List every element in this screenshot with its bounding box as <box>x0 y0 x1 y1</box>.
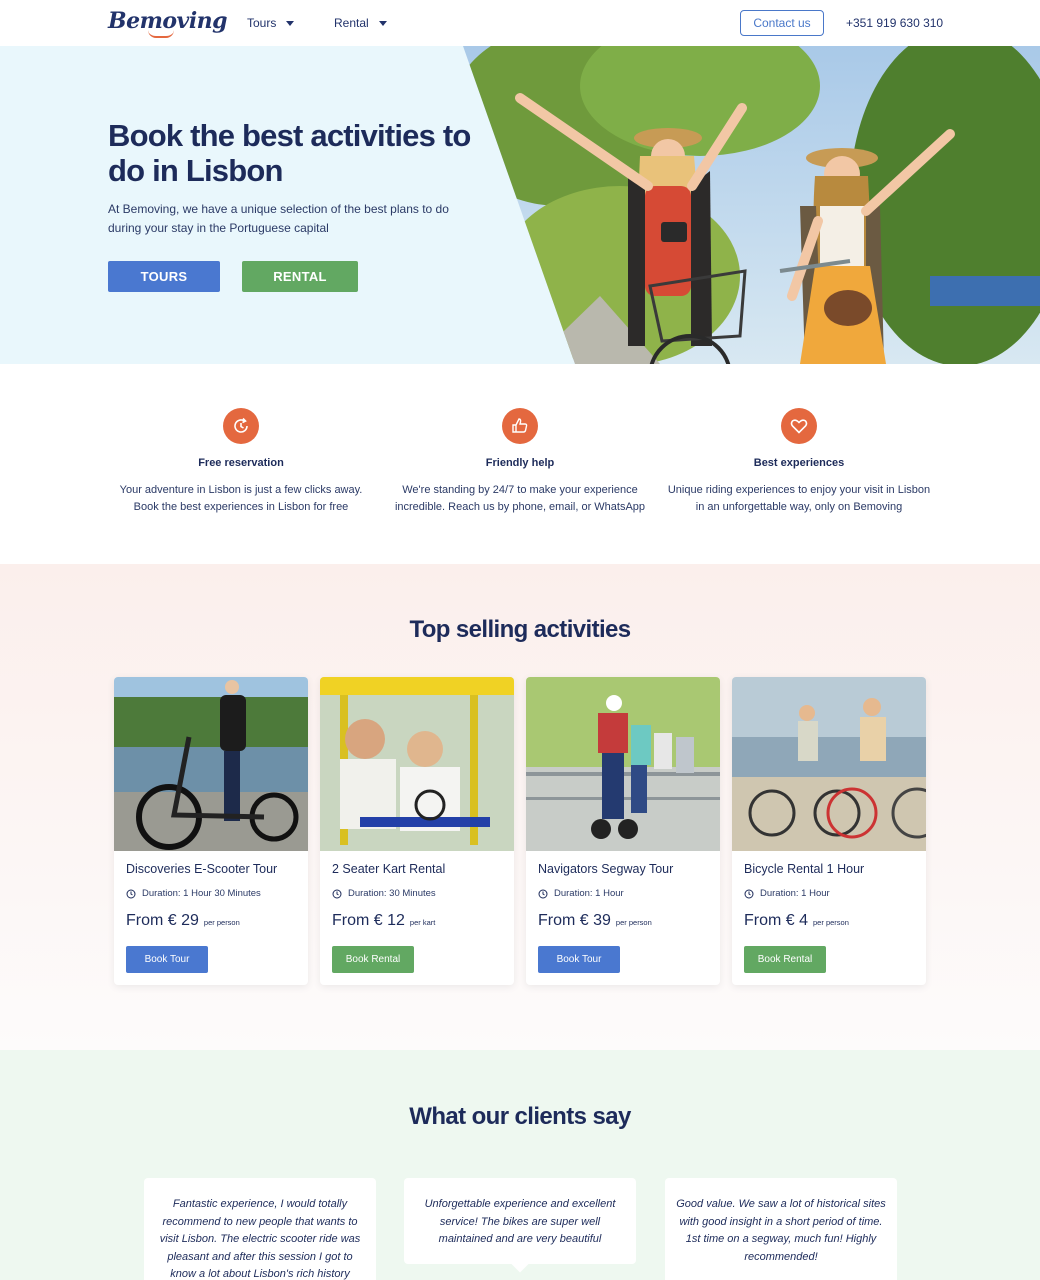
testimonials-section: What our clients say Fantastic experienc… <box>0 1050 1040 1280</box>
activity-price: From € 29 per person <box>126 912 240 930</box>
activity-card-escooter[interactable]: Discoveries E-Scooter Tour Duration: 1 H… <box>114 677 308 985</box>
feature-text: We're standing by 24/7 to make your expe… <box>394 484 646 513</box>
activity-title: 2 Seater Kart Rental <box>332 862 446 876</box>
activity-duration: Duration: 1 Hour 30 Minutes <box>126 888 261 899</box>
activity-price-unit: per kart <box>409 918 436 927</box>
hero-subtitle: At Bemoving, we have a unique selection … <box>108 202 449 235</box>
activity-card-bicycle[interactable]: Bicycle Rental 1 Hour Duration: 1 Hour F… <box>732 677 926 985</box>
nav-menu-rental[interactable]: Rental <box>334 16 387 30</box>
chevron-down-icon <box>286 20 295 26</box>
contact-us-button[interactable]: Contact us <box>740 10 824 36</box>
activity-title: Bicycle Rental 1 Hour <box>744 862 865 876</box>
hero-section: Book the best activities to do in Lisbon… <box>0 46 1040 364</box>
activity-photo-escooter <box>114 677 308 851</box>
activity-price-value: From € 12 <box>332 912 405 929</box>
book-rental-button[interactable]: Book Rental <box>744 946 826 973</box>
activity-title: Discoveries E-Scooter Tour <box>126 862 278 876</box>
book-rental-button[interactable]: Book Rental <box>332 946 414 973</box>
activity-photo-bicycle <box>732 677 926 851</box>
nav-menu-tours[interactable]: Tours <box>247 16 295 30</box>
activity-title: Navigators Segway Tour <box>538 862 674 876</box>
testimonial-text: Good value. We saw a lot of historical s… <box>676 1198 886 1263</box>
activity-price-unit: per person <box>813 918 849 927</box>
clock-icon <box>126 889 136 898</box>
testimonial-text: Unforgettable experience and excellent s… <box>424 1198 616 1245</box>
activity-price: From € 39 per person <box>538 912 652 930</box>
thumbs-up-icon <box>502 408 538 444</box>
top-selling-section: Top selling activities Discoveries E-Sco… <box>0 564 1040 1050</box>
nav-menu-tours-label: Tours <box>247 16 277 30</box>
phone-link[interactable]: +351 919 630 310 <box>846 16 943 30</box>
activity-photo-segway <box>526 677 720 851</box>
clock-icon <box>332 889 342 898</box>
activity-photo-kart <box>320 677 514 851</box>
feature-friendly-help: Friendly help We're standing by 24/7 to … <box>385 408 655 516</box>
feature-text: Unique riding experiences to enjoy your … <box>667 484 931 513</box>
activity-duration: Duration: 1 Hour <box>538 888 624 899</box>
testimonials-title: What our clients say <box>409 1103 631 1130</box>
feature-title: Friendly help <box>485 457 555 469</box>
testimonial-card: Good value. We saw a lot of historical s… <box>665 1178 897 1280</box>
features-section: Free reservation Your adventure in Lisbo… <box>0 364 1040 564</box>
activity-price-unit: per person <box>615 918 652 927</box>
activity-price-value: From € 29 <box>126 912 199 929</box>
feature-title: Free reservation <box>198 457 284 469</box>
chevron-down-icon <box>378 20 387 26</box>
heart-icon <box>781 408 817 444</box>
activity-price-unit: per person <box>203 918 240 927</box>
tours-button[interactable]: TOURS <box>108 261 220 292</box>
top-navigation: Bemoving Tours Rental Contact us +351 91… <box>0 0 1040 46</box>
activity-duration-text: Duration: 30 Minutes <box>348 888 436 899</box>
activity-card-kart[interactable]: 2 Seater Kart Rental Duration: 30 Minute… <box>320 677 514 985</box>
top-selling-title: Top selling activities <box>409 616 631 643</box>
book-tour-button[interactable]: Book Tour <box>126 946 208 973</box>
rental-button[interactable]: RENTAL <box>242 261 358 292</box>
activity-duration: Duration: 1 Hour <box>744 888 830 899</box>
activity-price-value: From € 39 <box>538 912 611 929</box>
activity-price-value: From € 4 <box>744 912 809 929</box>
feature-text: Your adventure in Lisbon is just a few c… <box>119 484 363 513</box>
book-tour-button[interactable]: Book Tour <box>538 946 620 973</box>
activity-price: From € 4 per person <box>744 912 849 930</box>
feature-best-experiences: Best experiences Unique riding experienc… <box>664 408 934 516</box>
speech-bubble-tail <box>511 1255 529 1273</box>
activity-card-segway[interactable]: Navigators Segway Tour Duration: 1 Hour … <box>526 677 720 985</box>
feature-free-reservation: Free reservation Your adventure in Lisbo… <box>106 408 376 516</box>
nav-menu-rental-label: Rental <box>334 16 369 30</box>
activity-duration-text: Duration: 1 Hour <box>760 888 830 899</box>
activity-duration-text: Duration: 1 Hour 30 Minutes <box>142 888 261 899</box>
activity-duration: Duration: 30 Minutes <box>332 888 436 899</box>
clock-refresh-icon <box>223 408 259 444</box>
activity-price: From € 12 per kart <box>332 912 435 930</box>
logo-swoosh <box>148 30 174 38</box>
clock-icon <box>744 889 754 898</box>
hero-title: Book the best activities to do in Lisbon <box>108 118 471 188</box>
testimonial-card: Unforgettable experience and excellent s… <box>404 1178 636 1273</box>
logo[interactable]: Bemoving <box>108 8 228 38</box>
testimonial-text: Fantastic experience, I would totally re… <box>159 1198 361 1280</box>
activity-duration-text: Duration: 1 Hour <box>554 888 624 899</box>
feature-title: Best experiences <box>753 457 845 469</box>
testimonial-card: Fantastic experience, I would totally re… <box>144 1178 376 1280</box>
clock-icon <box>538 889 548 898</box>
